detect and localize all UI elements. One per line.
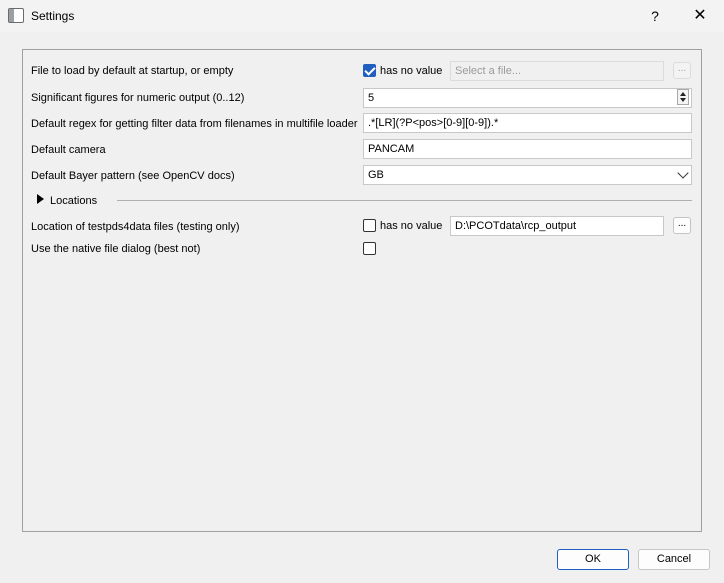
- help-button[interactable]: ?: [646, 6, 664, 26]
- default-file-label: File to load by default at startup, or e…: [31, 65, 234, 77]
- default-file-no-value-label: has no value: [380, 65, 443, 77]
- native-dialog-label: Use the native file dialog (best not): [31, 243, 201, 255]
- default-file-no-value-checkbox[interactable]: [363, 64, 376, 77]
- ok-button[interactable]: OK: [557, 549, 629, 570]
- regex-input[interactable]: .*[LR](?P<pos>[0-9][0-9]).*: [363, 113, 692, 133]
- close-icon[interactable]: ✕: [690, 6, 710, 26]
- stepper-up-icon[interactable]: [680, 92, 686, 96]
- default-file-browse-button[interactable]: ...: [673, 62, 691, 79]
- camera-label: Default camera: [31, 144, 106, 156]
- testpds-label: Location of testpds4data files (testing …: [31, 221, 240, 233]
- testpds-path-input[interactable]: D:\PCOTdata\rcp_output: [450, 216, 664, 236]
- locations-header[interactable]: Locations: [50, 195, 97, 207]
- stepper-down-icon[interactable]: [680, 98, 686, 102]
- sig-figs-stepper[interactable]: [677, 89, 689, 105]
- bayer-label: Default Bayer pattern (see OpenCV docs): [31, 170, 235, 182]
- sig-figs-spinbox[interactable]: 5: [363, 88, 692, 108]
- testpds-no-value-label: has no value: [380, 220, 443, 232]
- bayer-combobox[interactable]: GB: [363, 165, 692, 185]
- testpds-no-value-checkbox[interactable]: [363, 219, 376, 232]
- expand-triangle-icon[interactable]: [37, 194, 44, 204]
- sig-figs-label: Significant figures for numeric output (…: [31, 92, 245, 104]
- window-title: Settings: [31, 9, 75, 23]
- camera-input[interactable]: PANCAM: [363, 139, 692, 159]
- native-dialog-checkbox[interactable]: [363, 242, 376, 255]
- window-icon: [8, 8, 24, 23]
- testpds-browse-button[interactable]: ...: [673, 217, 691, 234]
- default-file-input[interactable]: Select a file...: [450, 61, 664, 81]
- cancel-button[interactable]: Cancel: [638, 549, 710, 570]
- regex-label: Default regex for getting filter data fr…: [31, 118, 358, 130]
- title-bar: Settings ? ✕: [0, 0, 724, 32]
- locations-divider: [117, 200, 692, 201]
